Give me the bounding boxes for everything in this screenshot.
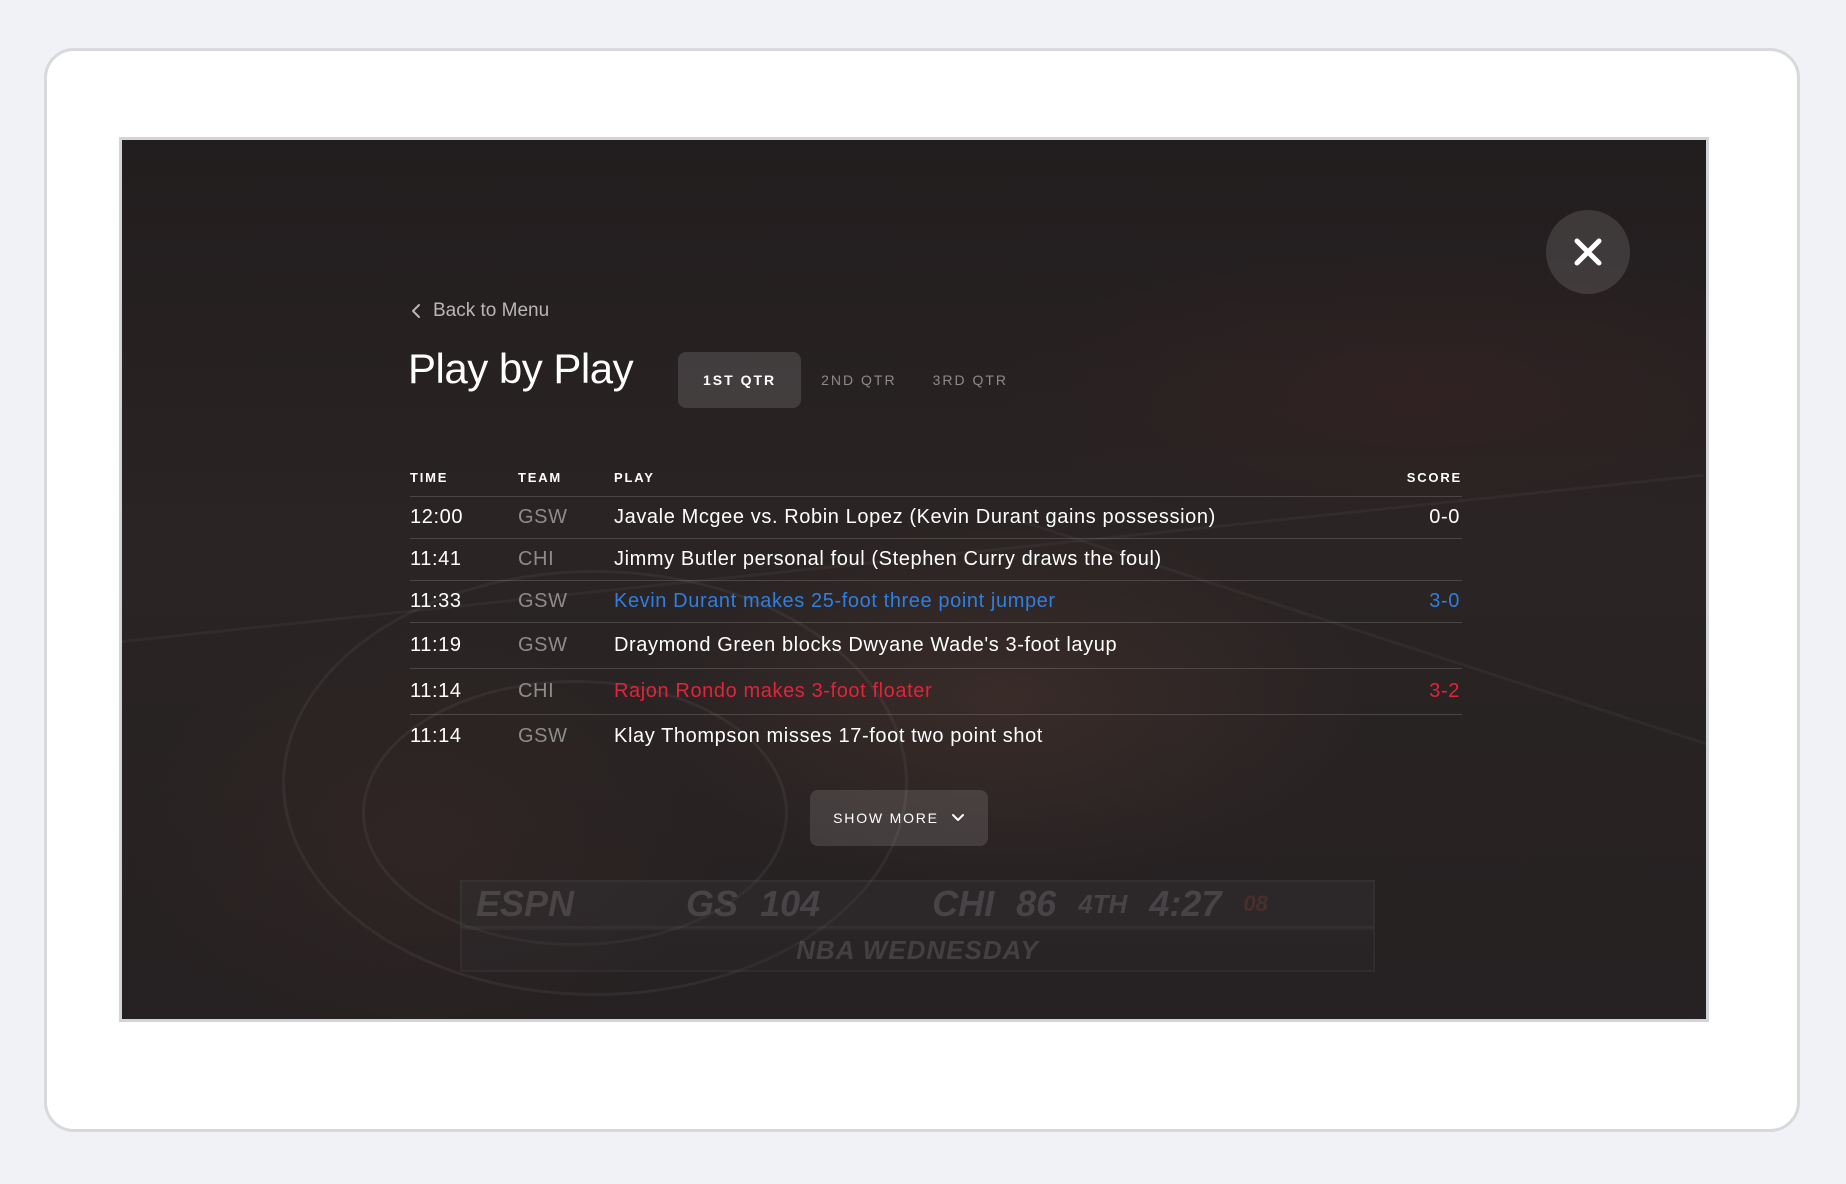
play-description: Klay Thompson misses 17-foot two point s… [614,724,1043,747]
play-time: 11:33 [410,580,518,623]
play-description: Javale Mcgee vs. Robin Lopez (Kevin Dura… [614,496,1342,539]
play-team: GSW [518,724,568,747]
play-score [1342,538,1462,581]
play-team: CHI [518,538,614,581]
tab-3rd-qtr[interactable]: 3RD QTR [921,352,1020,408]
play-team: GSW [518,622,614,669]
scorebug-home-team: CHI [932,883,995,924]
scorebug-top: ESPN GS 104 CHI 86 4TH 4:27 08 [460,880,1375,928]
play-team: GSW [518,580,614,623]
play-score: 0-0 [1342,496,1462,539]
scorebug-away-team: GS [686,883,739,924]
scorebug-shot-clock: 08 [1243,891,1268,916]
scorebug-clock: 4:27 [1149,883,1222,924]
scorebug-away-score: 104 [760,883,821,924]
table-row[interactable]: 12:00 GSW Javale Mcgee vs. Robin Lopez (… [410,496,1462,539]
scorebug-network: ESPN [476,883,575,924]
show-more-label: SHOW MORE [833,810,939,826]
play-score [1342,622,1462,669]
play-description: Draymond Green blocks Dwyane Wade's 3-fo… [614,622,1342,669]
play-score: 3-2 [1342,668,1462,715]
table-row[interactable]: 11:41 CHI Jimmy Butler personal foul (St… [410,538,1462,581]
play-score [1342,715,1462,758]
table-row[interactable]: 11:14 GSW Klay Thompson misses 17-foot t… [410,715,1462,758]
table-header-row: TIME TEAM PLAY SCORE [410,458,1462,497]
table-row[interactable]: 11:33 GSW Kevin Durant makes 25-foot thr… [410,580,1462,623]
chevron-left-icon [412,304,420,318]
scorebug-home-score: 86 [1016,883,1057,924]
back-to-menu-label: Back to Menu [433,300,550,321]
play-score: 3-0 [1342,580,1462,623]
back-to-menu-link[interactable]: Back to Menu [411,300,549,322]
page-title: Play by Play [408,345,634,392]
table-row[interactable]: 11:19 GSW Draymond Green blocks Dwyane W… [410,622,1462,669]
play-team: CHI [518,668,614,715]
scorebug-quarter: 4TH [1078,888,1128,919]
play-time: 11:14 [410,724,462,747]
play-time: 11:19 [410,622,518,669]
play-by-play-table: TIME TEAM PLAY SCORE 12:00 GSW Javale Mc… [410,458,1462,757]
scorebug-banner: NBA WEDNESDAY [460,928,1375,972]
play-team: GSW [518,496,614,539]
tv-screen: ESPN GS 104 CHI 86 4TH 4:27 08 NBA WEDNE… [119,137,1709,1022]
tab-1st-qtr[interactable]: 1ST QTR [678,352,802,408]
play-description: Rajon Rondo makes 3-foot floater [614,668,1342,715]
column-header-team: TEAM [518,458,614,497]
close-button[interactable] [1546,210,1630,294]
close-icon [1574,238,1602,266]
quarter-tabs: 1ST QTR 2ND QTR 3RD QTR [678,352,1020,408]
table-row[interactable]: 11:14 CHI Rajon Rondo makes 3-foot float… [410,668,1462,715]
play-description: Kevin Durant makes 25-foot three point j… [614,580,1342,623]
background-scorebug: ESPN GS 104 CHI 86 4TH 4:27 08 NBA WEDNE… [460,880,1375,975]
chevron-down-icon [951,814,964,821]
show-more-button[interactable]: SHOW MORE [810,790,988,846]
column-header-play: PLAY [614,458,1342,497]
play-time: 11:14 [410,668,518,715]
column-header-time: TIME [410,458,518,497]
play-time: 11:41 [410,538,518,581]
tab-2nd-qtr[interactable]: 2ND QTR [809,352,908,408]
play-description: Jimmy Butler personal foul (Stephen Curr… [614,538,1342,581]
column-header-score: SCORE [1342,458,1462,497]
play-time: 12:00 [410,496,518,539]
